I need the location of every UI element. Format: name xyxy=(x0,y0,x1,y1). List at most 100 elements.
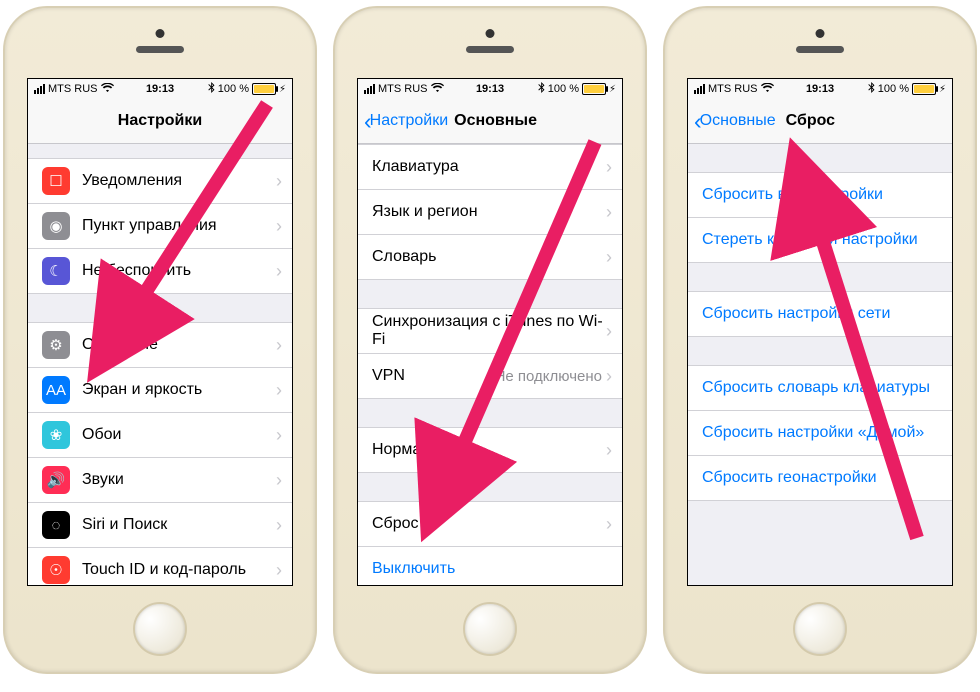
settings-row[interactable]: Сбросить словарь клавиатуры xyxy=(688,365,952,411)
settings-row[interactable]: Язык и регион› xyxy=(358,190,622,235)
back-label: Настройки xyxy=(370,112,448,130)
settings-row[interactable]: VPNНе подключено› xyxy=(358,354,622,399)
row-label: VPN xyxy=(372,367,495,385)
settings-row[interactable]: Сбросить настройки «Домой» xyxy=(688,411,952,456)
home-button[interactable] xyxy=(793,602,847,656)
settings-row[interactable]: ☉ Touch ID и код-пароль› xyxy=(28,548,292,585)
wifi-icon xyxy=(431,83,444,96)
row-label: Звуки xyxy=(82,471,276,489)
status-bar: MTS RUS 19:13 100 % ⚡︎ xyxy=(358,79,622,99)
page-title: Основные xyxy=(454,112,537,130)
settings-row[interactable]: Клавиатура› xyxy=(358,144,622,190)
bluetooth-icon xyxy=(208,82,215,96)
wifi-icon xyxy=(761,83,774,96)
row-label: Siri и Поиск xyxy=(82,516,276,534)
chevron-right-icon: › xyxy=(606,514,612,535)
settings-row[interactable]: ☾Не беспокоить› xyxy=(28,249,292,294)
row-label: Сбросить словарь клавиатуры xyxy=(702,379,942,397)
row-label: Выключить xyxy=(372,560,612,578)
chevron-right-icon: › xyxy=(276,171,282,192)
row-label: Пункт управления xyxy=(82,217,276,235)
row-label: Экран и яркость xyxy=(82,381,276,399)
home-button[interactable] xyxy=(463,602,517,656)
settings-row[interactable]: Сбросить геонастройки xyxy=(688,456,952,501)
row-label: Обои xyxy=(82,426,276,444)
row-icon: ☾ xyxy=(42,257,70,285)
signal-icon xyxy=(34,84,45,94)
settings-row[interactable]: Сбросить все настройки xyxy=(688,172,952,218)
row-label: Сбросить геонастройки xyxy=(702,469,942,487)
screen-reset: MTS RUS 19:13 100 % ⚡︎ ‹ Основные Сброс … xyxy=(687,78,953,586)
carrier-label: MTS RUS xyxy=(708,83,758,95)
chevron-right-icon: › xyxy=(276,470,282,491)
carrier-label: MTS RUS xyxy=(48,83,98,95)
row-label: Стереть контент и настройки xyxy=(702,231,942,249)
bluetooth-icon xyxy=(538,82,545,96)
battery-icon xyxy=(252,83,276,95)
clock-label: 19:13 xyxy=(806,83,834,95)
settings-row[interactable]: ◌Siri и Поиск› xyxy=(28,503,292,548)
row-icon: ☉ xyxy=(42,556,70,584)
settings-row[interactable]: Словарь› xyxy=(358,235,622,280)
chevron-right-icon: › xyxy=(606,321,612,342)
settings-row[interactable]: AA Экран и яркость› xyxy=(28,368,292,413)
settings-row[interactable]: Синхронизация с iTunes по Wi-Fi› xyxy=(358,308,622,354)
settings-row[interactable]: ⚙Основные› xyxy=(28,322,292,368)
chevron-right-icon: › xyxy=(276,380,282,401)
home-button[interactable] xyxy=(133,602,187,656)
settings-row[interactable]: 🔊 Звуки› xyxy=(28,458,292,503)
back-button[interactable]: ‹ Настройки xyxy=(364,108,448,135)
row-label: Словарь xyxy=(372,248,606,266)
chevron-right-icon: › xyxy=(276,560,282,581)
phone-reset: MTS RUS 19:13 100 % ⚡︎ ‹ Основные Сброс … xyxy=(663,6,977,674)
row-label: Touch ID и код-пароль xyxy=(82,561,276,579)
carrier-label: MTS RUS xyxy=(378,83,428,95)
row-icon: 🔊 xyxy=(42,466,70,494)
screen-general: MTS RUS 19:13 100 % ⚡︎ ‹ Настройки Основ… xyxy=(357,78,623,586)
chevron-right-icon: › xyxy=(606,440,612,461)
chevron-right-icon: › xyxy=(606,247,612,268)
row-label: Сбросить настройки сети xyxy=(702,305,942,323)
settings-list[interactable]: ☐Уведомления›◉Пункт управления›☾Не беспо… xyxy=(28,144,292,585)
phone-settings: MTS RUS 19:13 100 % ⚡︎ Настройки ☐Уведом… xyxy=(3,6,317,674)
row-label: Синхронизация с iTunes по Wi-Fi xyxy=(372,313,606,349)
row-icon: ◉ xyxy=(42,212,70,240)
settings-row[interactable]: ◉ Пункт управления› xyxy=(28,204,292,249)
row-label: Уведомления xyxy=(82,172,276,190)
settings-row[interactable]: Сбросить настройки сети xyxy=(688,291,952,337)
reset-list[interactable]: Сбросить все настройки Стереть контент и … xyxy=(688,144,952,585)
row-icon: ◌ xyxy=(42,511,70,539)
wifi-icon xyxy=(101,83,114,96)
navbar-reset: ‹ Основные Сброс xyxy=(688,99,952,144)
settings-row[interactable]: ❀Обои› xyxy=(28,413,292,458)
chevron-right-icon: › xyxy=(276,425,282,446)
row-icon: AA xyxy=(42,376,70,404)
bluetooth-icon xyxy=(868,82,875,96)
chevron-right-icon: › xyxy=(276,216,282,237)
row-label: Сбросить все настройки xyxy=(702,186,942,204)
row-label: Сброс xyxy=(372,515,606,533)
settings-row[interactable]: Выключить xyxy=(358,547,622,585)
charging-icon: ⚡︎ xyxy=(609,84,616,95)
row-label: Язык и регион xyxy=(372,203,606,221)
row-label: Нормативы xyxy=(372,441,606,459)
settings-row[interactable]: ☐Уведомления› xyxy=(28,158,292,204)
settings-row[interactable]: Стереть контент и настройки xyxy=(688,218,952,263)
chevron-right-icon: › xyxy=(276,261,282,282)
chevron-right-icon: › xyxy=(276,335,282,356)
general-list[interactable]: Клавиатура›Язык и регион›Словарь› Синхро… xyxy=(358,144,622,585)
screen-settings: MTS RUS 19:13 100 % ⚡︎ Настройки ☐Уведом… xyxy=(27,78,293,586)
clock-label: 19:13 xyxy=(476,83,504,95)
phone-general: MTS RUS 19:13 100 % ⚡︎ ‹ Настройки Основ… xyxy=(333,6,647,674)
settings-row[interactable]: Нормативы› xyxy=(358,427,622,473)
status-bar: MTS RUS 19:13 100 % ⚡︎ xyxy=(28,79,292,99)
battery-percent-label: 100 % xyxy=(548,83,579,95)
row-label: Сбросить настройки «Домой» xyxy=(702,424,942,442)
back-button[interactable]: ‹ Основные xyxy=(694,108,776,135)
signal-icon xyxy=(364,84,375,94)
charging-icon: ⚡︎ xyxy=(279,84,286,95)
navbar-general: ‹ Настройки Основные xyxy=(358,99,622,144)
settings-row[interactable]: Сброс› xyxy=(358,501,622,547)
row-label: Клавиатура xyxy=(372,158,606,176)
status-bar: MTS RUS 19:13 100 % ⚡︎ xyxy=(688,79,952,99)
